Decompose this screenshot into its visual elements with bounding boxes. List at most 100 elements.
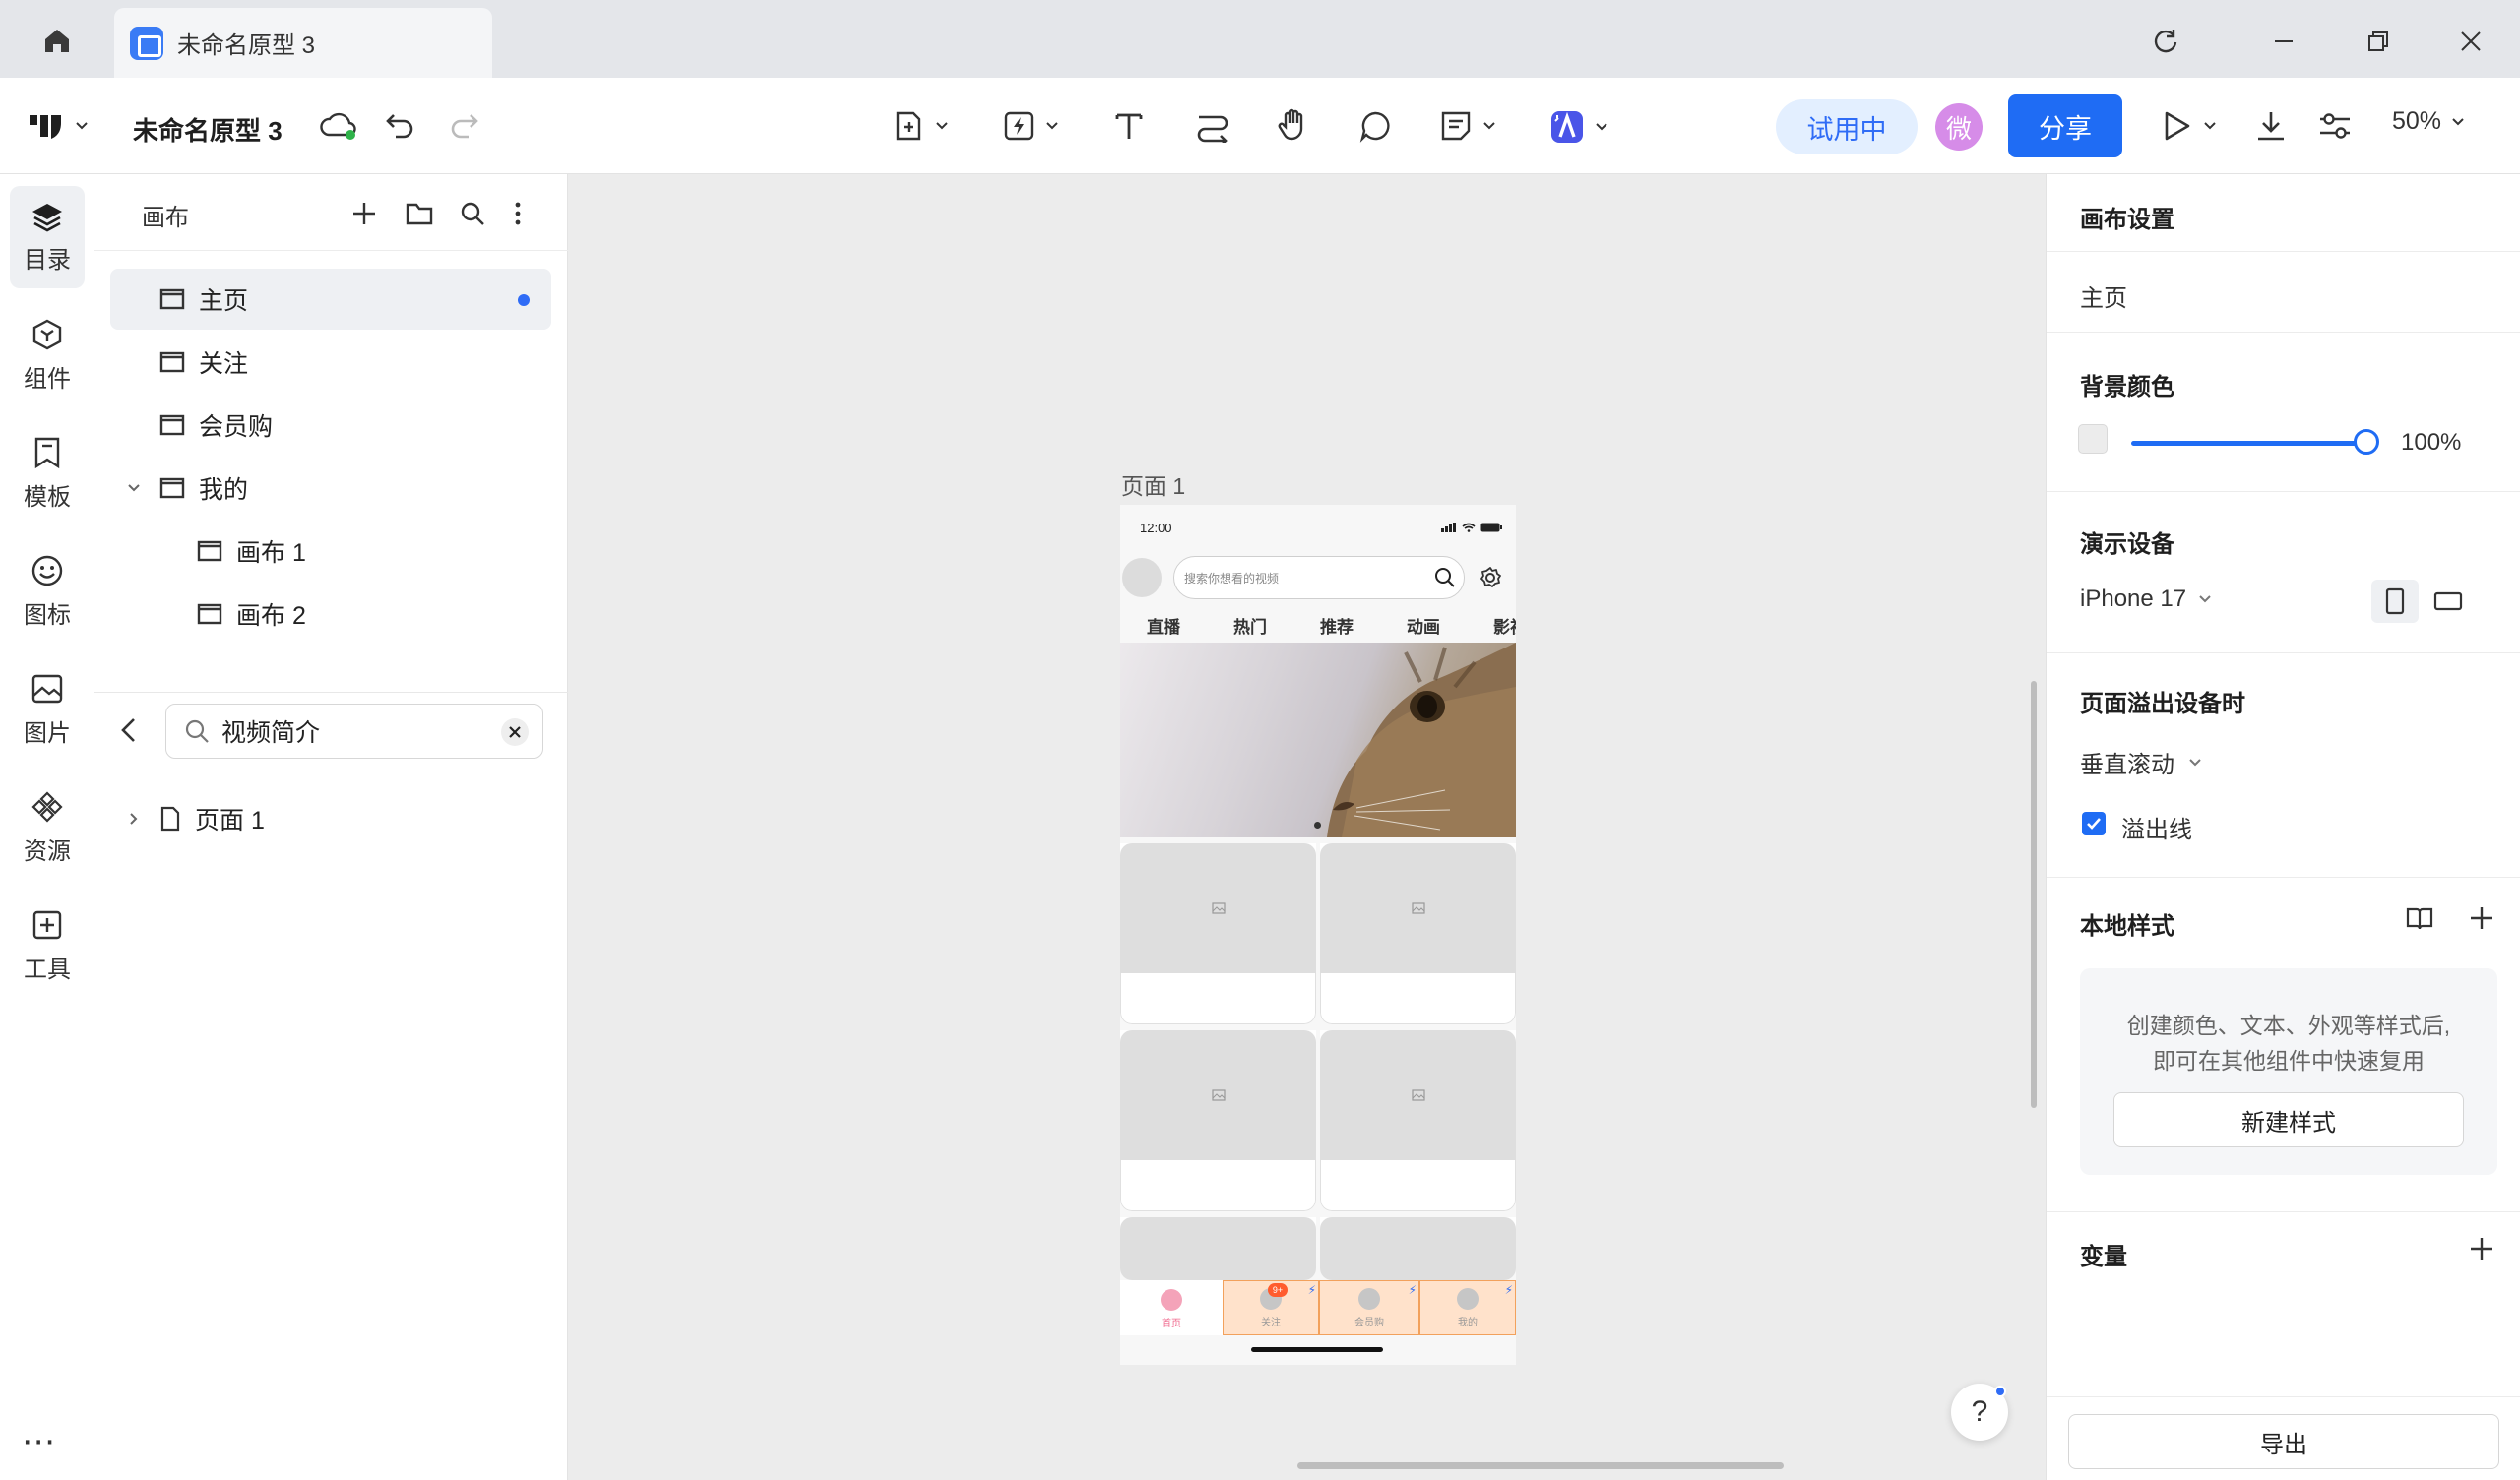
trial-button[interactable]: 试用中 [1776, 99, 1918, 154]
clear-search-button[interactable] [501, 718, 529, 746]
main-menu-button[interactable] [28, 111, 89, 141]
rail-label: 工具 [24, 956, 71, 983]
new-style-button[interactable]: 新建样式 [2113, 1092, 2464, 1147]
undo-button[interactable] [384, 111, 417, 141]
more-menu[interactable]: ⋯ [22, 1422, 57, 1461]
frame-label[interactable]: 页面 1 [1121, 467, 1185, 501]
video-card[interactable] [1120, 843, 1316, 1024]
maximize-button[interactable] [2349, 20, 2408, 63]
export-button[interactable]: 导出 [2068, 1414, 2499, 1469]
ai-tool[interactable] [1549, 109, 1608, 145]
comment-tool[interactable] [1358, 109, 1392, 143]
rail-item-resources[interactable]: 资源 [10, 776, 85, 879]
search-layers-button[interactable] [455, 196, 490, 231]
minimize-button[interactable] [2254, 20, 2313, 63]
landscape-orientation-button[interactable] [2425, 580, 2472, 623]
phone-tab[interactable]: 动画 [1380, 613, 1467, 641]
background-color-swatch[interactable] [2078, 424, 2108, 454]
phone-tab-home[interactable]: 首页 [1120, 1280, 1223, 1335]
search-result-page-1[interactable]: 页面 1 [110, 788, 551, 849]
portrait-orientation-button[interactable] [2371, 580, 2419, 623]
tree-item-vip-shop[interactable]: 会员购 [110, 395, 551, 456]
phone-tab[interactable]: 直播 [1120, 613, 1207, 641]
add-page-button[interactable] [346, 196, 382, 231]
phone-tab[interactable]: 影视 [1467, 613, 1516, 641]
page-name-field[interactable]: 主页 [2080, 278, 2127, 313]
frame-icon [159, 477, 185, 499]
layer-search-input[interactable]: 视频简介 [165, 704, 543, 759]
avatar[interactable]: 微 [1935, 103, 1983, 151]
horizontal-scrollbar[interactable] [1297, 1462, 1784, 1469]
opacity-slider[interactable] [2131, 441, 2367, 446]
chevron-right-icon[interactable] [126, 811, 142, 827]
help-button[interactable]: ? [1951, 1384, 2008, 1441]
tree-label: 主页 [199, 287, 249, 315]
image-placeholder-icon [1411, 902, 1425, 914]
style-library-button[interactable] [2405, 904, 2434, 932]
interaction-tool[interactable] [1002, 109, 1059, 143]
rail-item-components[interactable]: 组件 [10, 304, 85, 406]
phone-search-input[interactable]: 搜索你想看的视频 [1173, 556, 1465, 599]
phone-tab-vip[interactable]: ⚡ 会员购 [1319, 1280, 1419, 1335]
vertical-scrollbar[interactable] [2031, 681, 2037, 1108]
tree-item-home[interactable]: 主页 [110, 269, 551, 330]
more-options-button[interactable] [500, 196, 536, 231]
preview-button[interactable] [2160, 109, 2217, 143]
settings-button[interactable] [2317, 109, 2353, 143]
search-back-button[interactable] [116, 715, 144, 745]
video-card[interactable] [1320, 843, 1516, 1024]
document-tab[interactable]: 未命名原型 3 [114, 8, 492, 78]
connector-tool[interactable] [1195, 109, 1230, 143]
tree-item-canvas-2[interactable]: 画布 2 [110, 584, 551, 645]
add-variable-button[interactable] [2468, 1235, 2495, 1263]
chevron-down-icon[interactable] [126, 482, 142, 494]
redo-button[interactable] [447, 111, 480, 141]
video-thumbnail [1120, 843, 1316, 973]
refresh-button[interactable] [2136, 20, 2195, 63]
rail-item-catalog[interactable]: 目录 [10, 186, 85, 288]
phone-banner-image[interactable] [1120, 643, 1516, 837]
video-card[interactable] [1320, 1030, 1516, 1211]
phone-settings-button[interactable] [1479, 566, 1502, 589]
phone-tab-mine[interactable]: ⚡ 我的 [1419, 1280, 1516, 1335]
video-card[interactable] [1320, 1217, 1516, 1280]
phone-tab-follow[interactable]: 9+ ⚡ 关注 [1223, 1280, 1319, 1335]
panel-title: 画布 [142, 205, 189, 231]
rail-item-icons[interactable]: 图标 [10, 540, 85, 643]
tree-item-mine[interactable]: 我的 [110, 458, 551, 519]
add-style-button[interactable] [2468, 904, 2495, 932]
phone-frame[interactable]: 12:00 搜索你想看的视频 直播 热门 推荐 动画 影视 [1120, 505, 1516, 1365]
download-button[interactable] [2254, 109, 2288, 143]
background-color-title: 背景颜色 [2080, 374, 2174, 401]
title-bar: 未命名原型 3 [0, 0, 2520, 78]
home-button[interactable] [30, 20, 85, 61]
tree-item-canvas-1[interactable]: 画布 1 [110, 521, 551, 582]
video-card[interactable] [1120, 1030, 1316, 1211]
project-name[interactable]: 未命名原型 3 [133, 111, 283, 148]
add-page-tool[interactable] [892, 109, 949, 143]
tree-item-follow[interactable]: 关注 [110, 332, 551, 393]
video-card[interactable] [1120, 1217, 1316, 1280]
cloud-sync-status[interactable] [319, 109, 358, 143]
phone-avatar[interactable] [1122, 558, 1162, 597]
divider [94, 692, 568, 693]
opacity-slider-handle[interactable] [2354, 429, 2379, 455]
hand-tool[interactable] [1276, 107, 1311, 143]
device-select[interactable]: iPhone 17 [2080, 586, 2212, 613]
overflow-select[interactable]: 垂直滚动 [2080, 745, 2202, 779]
text-tool[interactable] [1112, 109, 1146, 143]
rail-item-images[interactable]: 图片 [10, 658, 85, 761]
phone-tab[interactable]: 推荐 [1293, 613, 1380, 641]
tool-icon [32, 910, 62, 939]
add-folder-button[interactable] [402, 196, 437, 231]
overflow-line-checkbox[interactable] [2082, 812, 2106, 835]
annotation-tool[interactable] [1439, 109, 1496, 143]
zoom-select[interactable]: 50% [2392, 107, 2465, 136]
opacity-value[interactable]: 100% [2401, 429, 2461, 457]
phone-tab[interactable]: 热门 [1207, 613, 1293, 641]
close-window-button[interactable] [2441, 20, 2500, 63]
share-button[interactable]: 分享 [2008, 94, 2122, 157]
rail-item-tools[interactable]: 工具 [10, 894, 85, 997]
rail-item-templates[interactable]: 模板 [10, 422, 85, 524]
canvas[interactable]: 页面 1 12:00 搜索你想看的视频 直播 热门 推荐 动画 影视 [568, 174, 2045, 1480]
